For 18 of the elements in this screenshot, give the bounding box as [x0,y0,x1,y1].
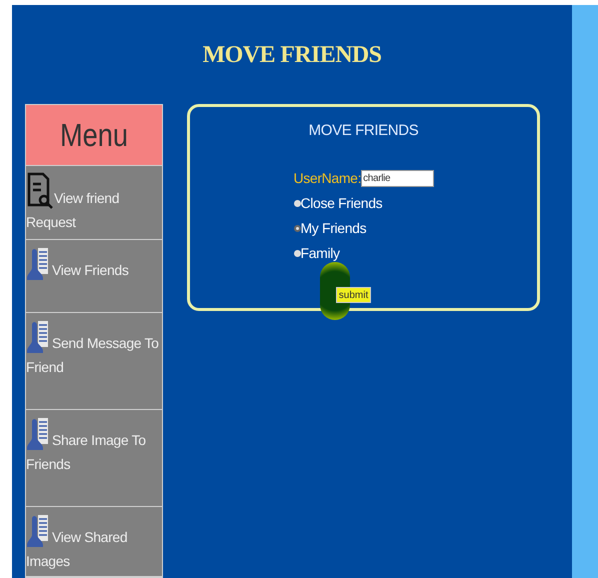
menu-title: Menu [60,116,128,155]
radio-label: My Friends [300,218,366,238]
radio-button[interactable] [294,250,300,256]
page-title: MOVE FRIENDS [202,40,382,70]
radio-label: Family [300,244,340,263]
radio-button[interactable] [294,200,300,206]
form-title: MOVE FRIENDS [308,121,418,141]
radio-button[interactable] [294,224,300,232]
menu-item[interactable]: View Shared Images [26,507,162,577]
menu-item[interactable]: View friend Request [26,166,162,240]
radio-label: Close Friends [300,194,382,212]
menu-item[interactable]: View Friends [26,240,162,313]
menu-item[interactable]: Send Message To Friend [26,313,162,410]
document-search-icon [26,172,54,210]
menu-item[interactable]: Share Image To Friends [26,410,162,507]
submit-button[interactable]: submit [336,286,372,302]
username-label: UserName: [294,168,362,188]
username-field[interactable]: charlie [361,170,434,186]
